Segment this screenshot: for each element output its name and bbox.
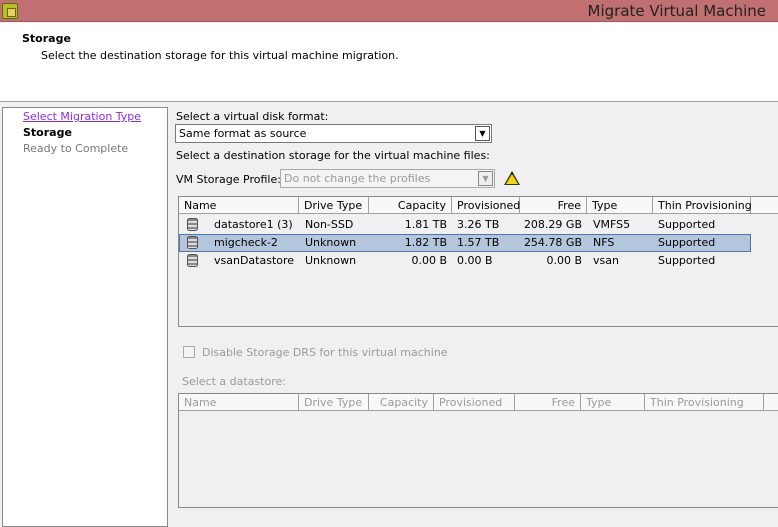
step-storage: Storage	[23, 126, 72, 139]
vsphere-app-icon	[2, 3, 18, 19]
title-bar: Migrate Virtual Machine	[0, 0, 778, 22]
col-drive-type[interactable]: Drive Type	[299, 197, 369, 214]
window-title: Migrate Virtual Machine	[587, 2, 766, 20]
cell-type: vsan	[593, 254, 619, 267]
col-capacity[interactable]: Capacity	[369, 197, 452, 214]
chevron-down-icon[interactable]: ▼	[478, 171, 493, 186]
cell-drive-type: Unknown	[305, 236, 357, 249]
cell-capacity: 1.82 TB	[404, 236, 447, 249]
col-name[interactable]: Name	[179, 394, 299, 411]
col-thin-provisioning[interactable]: Thin Provisioning	[645, 394, 764, 411]
disk-format-select[interactable]: Same format as source ▼	[175, 124, 492, 143]
destination-label: Select a destination storage for the vir…	[176, 149, 490, 162]
datastore-detail-table: Name Drive Type Capacity Provisioned Fre…	[178, 393, 778, 508]
cell-provisioned: 0.00 B	[457, 254, 493, 267]
table-row[interactable]: datastore1 (3) Non-SSD 1.81 TB 3.26 TB 2…	[179, 216, 751, 234]
profile-value: Do not change the profiles	[284, 172, 431, 185]
col-provisioned[interactable]: Provisioned	[452, 197, 520, 214]
col-filler	[764, 394, 778, 411]
wizard-header: Storage Select the destination storage f…	[0, 23, 778, 102]
datastore-icon	[187, 218, 198, 231]
col-thin-provisioning[interactable]: Thin Provisioning	[653, 197, 752, 214]
disk-format-label: Select a virtual disk format:	[176, 110, 329, 123]
cell-drive-type: Non-SSD	[305, 218, 354, 231]
col-type[interactable]: Type	[581, 394, 645, 411]
cell-capacity: 0.00 B	[411, 254, 447, 267]
cell-type: NFS	[593, 236, 615, 249]
col-type[interactable]: Type	[587, 197, 653, 214]
cell-free: 208.29 GB	[523, 218, 582, 231]
step-ready-to-complete: Ready to Complete	[23, 142, 129, 155]
storage-profile-select[interactable]: Do not change the profiles ▼	[280, 169, 495, 188]
cell-free: 254.78 GB	[523, 236, 582, 249]
col-drive-type[interactable]: Drive Type	[299, 394, 369, 411]
cell-thin: Supported	[658, 236, 716, 249]
cell-name: datastore1 (3)	[214, 218, 293, 231]
select-datastore-label: Select a datastore:	[182, 375, 286, 388]
col-capacity[interactable]: Capacity	[369, 394, 434, 411]
cell-type: VMFS5	[593, 218, 631, 231]
col-provisioned[interactable]: Provisioned	[434, 394, 515, 411]
step-select-migration-type[interactable]: Select Migration Type	[23, 110, 141, 123]
cell-drive-type: Unknown	[305, 254, 357, 267]
disable-drs-checkbox[interactable]	[183, 346, 195, 358]
warning-icon-fill	[506, 174, 518, 184]
chevron-down-icon[interactable]: ▼	[475, 126, 490, 141]
cell-name: vsanDatastore	[214, 254, 295, 267]
col-name[interactable]: Name	[179, 197, 299, 214]
col-free[interactable]: Free	[520, 197, 587, 214]
profile-label: VM Storage Profile:	[176, 173, 281, 186]
cell-free: 0.00 B	[546, 254, 582, 267]
cell-name: migcheck-2	[214, 236, 278, 249]
wizard-steps: Select Migration Type Storage Ready to C…	[2, 107, 168, 527]
page-subtitle: Select the destination storage for this …	[41, 49, 399, 62]
table-row-selected[interactable]: migcheck-2 Unknown 1.82 TB 1.57 TB 254.7…	[179, 234, 751, 252]
datastore-icon	[187, 236, 198, 249]
table-row[interactable]: vsanDatastore Unknown 0.00 B 0.00 B 0.00…	[179, 252, 751, 270]
cell-capacity: 1.81 TB	[404, 218, 447, 231]
col-filler	[751, 197, 778, 214]
disable-drs-label: Disable Storage DRS for this virtual mac…	[202, 346, 448, 359]
cell-provisioned: 3.26 TB	[457, 218, 500, 231]
col-free[interactable]: Free	[515, 394, 581, 411]
datastore-table: Name Drive Type Capacity Provisioned Fre…	[178, 196, 778, 327]
cell-provisioned: 1.57 TB	[457, 236, 500, 249]
cell-thin: Supported	[658, 254, 716, 267]
cell-thin: Supported	[658, 218, 716, 231]
disk-format-value: Same format as source	[179, 127, 307, 140]
page-title: Storage	[22, 32, 71, 45]
datastore-icon	[187, 254, 198, 267]
